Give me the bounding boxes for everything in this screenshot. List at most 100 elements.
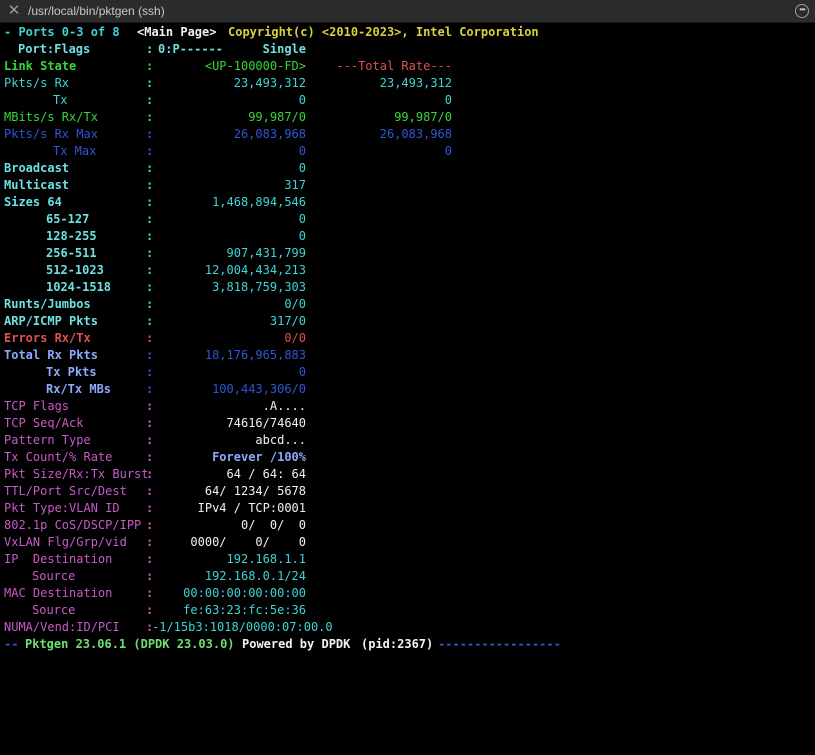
stat-value-port: fe:63:23:fc:5e:36 [183, 603, 306, 617]
stat-label: NUMA/Vend:ID/PCI [4, 620, 120, 634]
stat-label: Broadcast [4, 161, 70, 175]
stat-row-size-256-511: 256-511 : 907,431,799 [0, 245, 815, 262]
stat-label: Pkt Size/Rx:Tx Burst [4, 467, 149, 481]
stat-row-vxlan: VxLAN Flg/Grp/vid : 0000/ 0/ 0 [0, 534, 815, 551]
stat-value-total: 23,493,312 [379, 76, 452, 90]
stat-colon: : [146, 603, 154, 617]
stat-row-ip-destination: IP Destination : 192.168.1.1 [0, 551, 815, 568]
stat-row-tx-max: Tx Max : 0 0 [0, 143, 815, 160]
stat-colon: : [146, 314, 154, 328]
stat-value-port: 0000/ 0/ 0 [190, 535, 306, 549]
main-page-label: <Main Page> [137, 25, 217, 39]
stat-label: Link State [4, 59, 77, 73]
footer-powered: Powered by DPDK [242, 637, 351, 651]
stat-label: Tx Max [53, 144, 97, 158]
stat-colon: : [146, 586, 154, 600]
port-flags-label: Port:Flags [18, 42, 91, 56]
port-mode: Single [262, 42, 306, 56]
stat-label: Source [32, 569, 76, 583]
footer-version: Pktgen 23.06.1 (DPDK 23.03.0) [25, 637, 235, 651]
stat-value-port: 317 [284, 178, 306, 192]
stat-value-port: 0 [298, 212, 306, 226]
stat-colon: : [146, 467, 154, 481]
stat-label: MBits/s Rx/Tx [4, 110, 98, 124]
ports-header: - Ports 0-3 of 8 [4, 25, 120, 39]
more-options-icon[interactable]: ••• [795, 4, 809, 18]
stat-row-pkt-type-vlan: Pkt Type:VLAN ID : IPv4 / TCP:0001 [0, 500, 815, 517]
port-flags-colon: : [146, 42, 154, 56]
footer-prefix: -- [4, 637, 19, 651]
stat-label: 128-255 [46, 229, 97, 243]
stat-value-total: 0 [444, 144, 452, 158]
stat-row-mbits: MBits/s Rx/Tx : 99,987/0 99,987/0 [0, 109, 815, 126]
stat-label: 512-1023 [46, 263, 104, 277]
stat-label: Multicast [4, 178, 70, 192]
stat-colon: : [146, 484, 154, 498]
stat-label: Pkt Type:VLAN ID [4, 501, 120, 515]
stat-colon: : [146, 518, 154, 532]
stat-value-port: 192.168.1.1 [226, 552, 306, 566]
stat-colon: : [146, 161, 154, 175]
stat-value-port: 0 [298, 365, 306, 379]
stat-value-port: 12,004,434,213 [204, 263, 306, 277]
stat-label: Tx Count/% Rate [4, 450, 113, 464]
stat-value-port: .A.... [262, 399, 306, 413]
stat-row-pkts-tx: Tx : 0 0 [0, 92, 815, 109]
stat-label: Rx/Tx MBs [46, 382, 112, 396]
footer-pid: (pid:2367) [361, 637, 434, 651]
stat-value-port: 192.168.0.1/24 [204, 569, 306, 583]
stat-row-size-128-255: 128-255 : 0 [0, 228, 815, 245]
stat-label: VxLAN Flg/Grp/vid [4, 535, 127, 549]
stat-value-port: 100,443,306/0 [212, 382, 306, 396]
stat-colon: : [146, 195, 154, 209]
stat-value-port: abcd... [255, 433, 306, 447]
stat-row-link-state: Link State : <UP-100000-FD> ---Total Rat… [0, 58, 815, 75]
stat-colon: : [146, 76, 154, 90]
stat-value-port: 1,468,894,546 [212, 195, 306, 209]
stat-row-runts-jumbos: Runts/Jumbos : 0/0 [0, 296, 815, 313]
stat-value-port: 00:00:00:00:00:00 [183, 586, 306, 600]
stat-value-port: 0/0 [284, 297, 306, 311]
stat-row-total-rx-pkts: Total Rx Pkts : 18,176,965,883 [0, 347, 815, 364]
stat-label: Errors Rx/Tx [4, 331, 91, 345]
stat-row-pkt-size-burst: Pkt Size/Rx:Tx Burst : 64 / 64: 64 [0, 466, 815, 483]
stat-label: 65-127 [46, 212, 90, 226]
stat-colon: : [146, 59, 154, 73]
stat-row-ttl-port: TTL/Port Src/Dest : 64/ 1234/ 5678 [0, 483, 815, 500]
stat-row-tcp-flags: TCP Flags : .A.... [0, 398, 815, 415]
stat-label: TCP Seq/Ack [4, 416, 84, 430]
stat-colon: : [146, 535, 154, 549]
stat-value-port: 0 [298, 144, 306, 158]
stat-value-port: <UP-100000-FD> [204, 59, 306, 73]
close-icon[interactable]: ✕ [6, 3, 22, 19]
stat-row-rx-tx-mbs: Rx/Tx MBs : 100,443,306/0 [0, 381, 815, 398]
stat-label: TTL/Port Src/Dest [4, 484, 127, 498]
port-flags-row: Port:Flags : 0:P------ Single [0, 41, 815, 58]
stat-label: Runts/Jumbos [4, 297, 91, 311]
stat-row-size-512-1023: 512-1023 : 12,004,434,213 [0, 262, 815, 279]
stat-row-numa-pci: NUMA/Vend:ID/PCI : -1/15b3:1018/0000:07:… [0, 619, 815, 636]
stat-value-port: Forever /100% [212, 450, 306, 464]
stat-row-ip-source: Source : 192.168.0.1/24 [0, 568, 815, 585]
stat-row-cos-dscp-ipp: 802.1p CoS/DSCP/IPP : 0/ 0/ 0 [0, 517, 815, 534]
stat-row-tx-pkts: Tx Pkts : 0 [0, 364, 815, 381]
stat-row-pkts-rx-max: Pkts/s Rx Max : 26,083,968 26,083,968 [0, 126, 815, 143]
stat-value-port: 3,818,759,303 [212, 280, 306, 294]
stat-colon: : [146, 399, 154, 413]
stat-colon: : [146, 280, 154, 294]
footer-line: -- Pktgen 23.06.1 (DPDK 23.03.0) Powered… [0, 636, 815, 653]
stat-label: 802.1p CoS/DSCP/IPP [4, 518, 142, 532]
stat-label: Pkts/s Rx [4, 76, 70, 90]
stat-row-pkts-rx: Pkts/s Rx : 23,493,312 23,493,312 [0, 75, 815, 92]
window-title: /usr/local/bin/pktgen (ssh) [28, 4, 165, 18]
stat-colon: : [146, 552, 154, 566]
stat-colon: : [146, 297, 154, 311]
stat-label: IP Destination [4, 552, 113, 566]
stat-row-pattern-type: Pattern Type : abcd... [0, 432, 815, 449]
stat-value-total: 99,987/0 [394, 110, 452, 124]
stat-row-mac-destination: MAC Destination : 00:00:00:00:00:00 [0, 585, 815, 602]
stat-label: Total Rx Pkts [4, 348, 98, 362]
stat-value-port: 74616/74640 [226, 416, 306, 430]
stat-colon: : [146, 127, 154, 141]
stat-row-size-65-127: 65-127 : 0 [0, 211, 815, 228]
